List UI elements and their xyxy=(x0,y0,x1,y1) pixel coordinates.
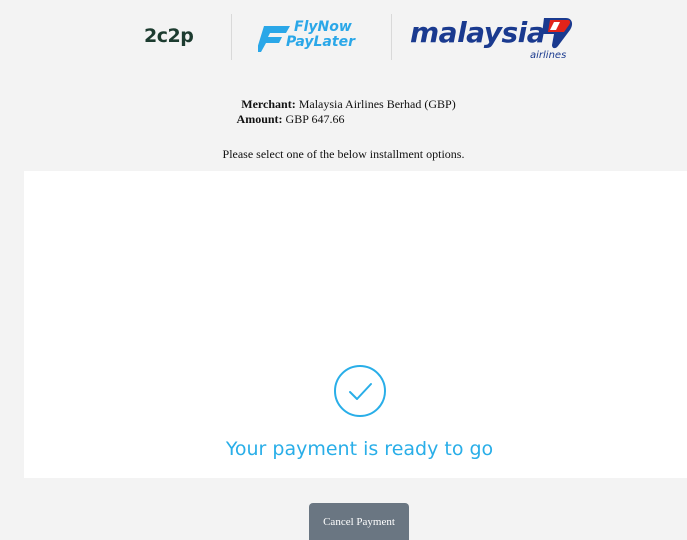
moon-kite-icon xyxy=(542,18,573,49)
airline-logo-sub: airlines xyxy=(530,50,567,61)
airline-logo-word: malaysia xyxy=(410,16,546,49)
cancel-payment-button[interactable]: Cancel Payment xyxy=(309,503,409,540)
logo-divider xyxy=(231,14,232,60)
payment-ready-message: Your payment is ready to go xyxy=(225,438,494,460)
merchant-info: Merchant: Malaysia Airlines Berhad (GBP)… xyxy=(0,97,687,127)
payment-page: 2c2p FlyNow PayLater malaysia airlines M… xyxy=(0,0,687,540)
partner-logos: 2c2p FlyNow PayLater malaysia airlines xyxy=(140,12,600,64)
installment-instructions: Please select one of the below installme… xyxy=(222,147,465,161)
amount-value: GBP 647.66 xyxy=(285,112,345,126)
amount-label: Amount: xyxy=(236,112,283,126)
bnpl-logo-line2: PayLater xyxy=(286,34,355,50)
logo-2c2p: 2c2p xyxy=(144,25,194,47)
bnpl-logo-line1: FlyNow xyxy=(294,19,352,35)
logo-divider xyxy=(391,14,392,60)
merchant-value: Malaysia Airlines Berhad (GBP) xyxy=(298,97,456,111)
check-circle-icon xyxy=(334,365,386,417)
logo-flynow-paylater: FlyNow PayLater xyxy=(258,18,370,58)
logo-malaysia-airlines: malaysia airlines xyxy=(410,12,600,64)
merchant-label: Merchant: xyxy=(241,97,296,111)
installment-panel: Your payment is ready to go xyxy=(24,171,687,478)
